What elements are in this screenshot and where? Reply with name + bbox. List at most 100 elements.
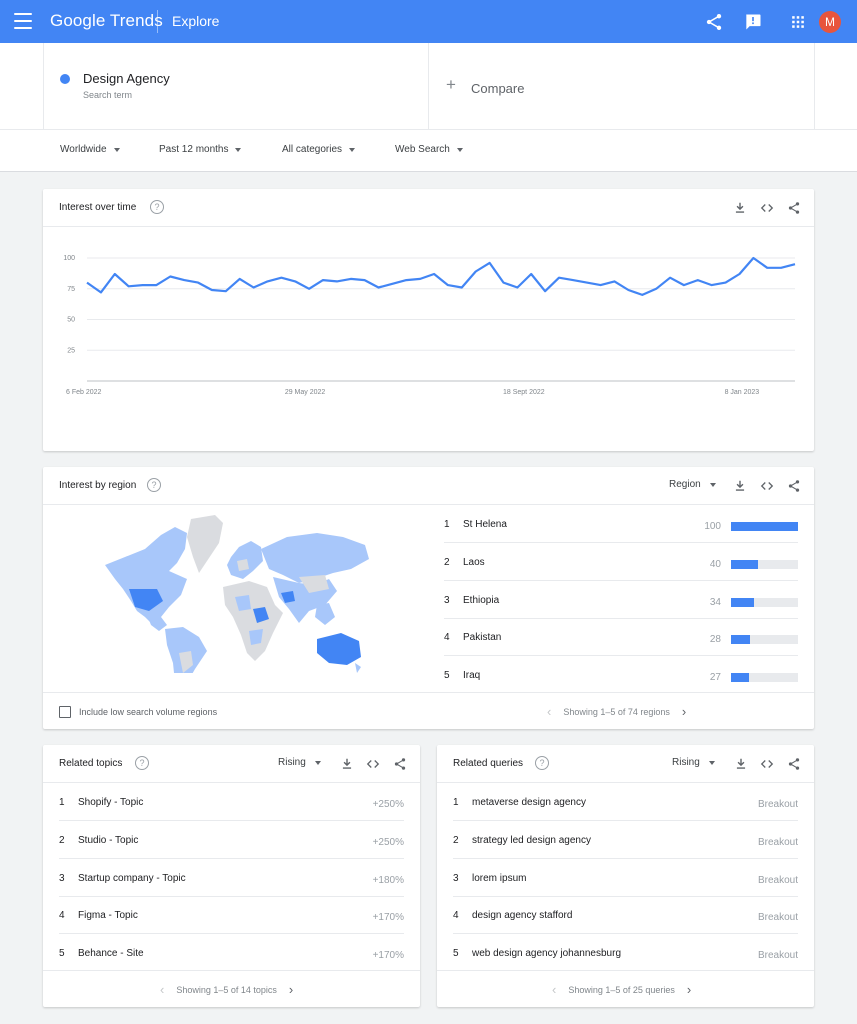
embed-icon[interactable]	[760, 479, 774, 493]
search-term-type: Search term	[83, 90, 133, 100]
value-bar	[731, 560, 798, 569]
topic-growth: +170%	[372, 950, 404, 961]
share-icon[interactable]	[787, 201, 801, 215]
rank-number: 3	[59, 873, 65, 884]
value-bar-fill	[731, 598, 754, 607]
chevron-down-icon	[113, 147, 120, 152]
query-text: design agency stafford	[472, 910, 573, 921]
share-icon[interactable]	[393, 757, 407, 771]
x-tick-label: 18 Sept 2022	[503, 389, 545, 396]
rank-number: 2	[444, 557, 450, 568]
region-value: 34	[709, 597, 721, 608]
card-header: Related queries ? Rising	[437, 745, 814, 783]
rank-number: 2	[453, 835, 459, 846]
menu-icon[interactable]	[14, 13, 32, 29]
chevron-right-icon[interactable]: ›	[682, 704, 686, 719]
dropdown-label: Rising	[672, 757, 700, 768]
page-title: Explore	[172, 13, 220, 29]
y-tick-label: 75	[67, 286, 75, 293]
list-item[interactable]: 1 St Helena 100	[444, 505, 798, 543]
region-resolution-dropdown[interactable]: Region	[669, 479, 716, 490]
value-bar-fill	[731, 673, 750, 682]
list-item[interactable]: 4 design agency stafford Breakout	[453, 896, 798, 934]
download-icon[interactable]	[733, 201, 747, 215]
embed-icon[interactable]	[366, 757, 380, 771]
interest-by-region-card: Interest by region ? Region 1 St Helena …	[43, 467, 814, 729]
value-bar	[731, 598, 798, 607]
dropdown-label: Region	[669, 479, 701, 490]
feedback-icon[interactable]	[743, 12, 763, 32]
chevron-down-icon	[349, 147, 356, 152]
help-icon[interactable]: ?	[150, 200, 164, 214]
x-tick-label: 29 May 2022	[285, 389, 326, 396]
share-icon[interactable]	[787, 757, 801, 771]
apps-icon[interactable]	[788, 12, 808, 32]
search-term-chip[interactable]: Design Agency Search term	[43, 43, 429, 129]
topic-growth: +180%	[372, 875, 404, 886]
query-growth: Breakout	[757, 837, 798, 848]
series-line[interactable]	[86, 256, 796, 297]
download-icon[interactable]	[733, 479, 747, 493]
list-item[interactable]: 5 web design agency johannesburg Breakou…	[453, 934, 798, 972]
help-icon[interactable]: ?	[535, 756, 549, 770]
chevron-right-icon[interactable]: ›	[289, 982, 293, 997]
value-bar	[731, 522, 798, 531]
y-tick-label: 25	[67, 347, 75, 354]
chevron-left-icon[interactable]: ‹	[547, 704, 551, 719]
world-map[interactable]	[103, 513, 373, 673]
embed-icon[interactable]	[760, 201, 774, 215]
low-volume-checkbox[interactable]	[59, 706, 71, 718]
list-item[interactable]: 1 metaverse design agency Breakout	[453, 783, 798, 821]
region-pager: ‹ Showing 1–5 of 74 regions ›	[547, 704, 686, 719]
related-topics-card: Related topics ? Rising 1 Shopify - Topi…	[43, 745, 420, 1007]
chevron-down-icon	[235, 147, 242, 152]
help-icon[interactable]: ?	[135, 756, 149, 770]
chevron-left-icon[interactable]: ‹	[160, 982, 164, 997]
list-item[interactable]: 5 Behance - Site +170%	[59, 934, 404, 972]
rank-number: 1	[453, 797, 459, 808]
list-item[interactable]: 3 Ethiopia 34	[444, 581, 798, 619]
list-item[interactable]: 1 Shopify - Topic +250%	[59, 783, 404, 821]
plus-icon: +	[446, 75, 456, 94]
rank-number: 4	[453, 910, 459, 921]
download-icon[interactable]	[734, 757, 748, 771]
x-tick-label: 8 Jan 2023	[725, 389, 760, 396]
list-item[interactable]: 2 strategy led design agency Breakout	[453, 821, 798, 859]
query-growth: Breakout	[757, 799, 798, 810]
chevron-left-icon[interactable]: ‹	[552, 982, 556, 997]
category-filter[interactable]: All categories	[282, 144, 356, 155]
topic-name: Shopify - Topic	[78, 797, 144, 808]
time-filter[interactable]: Past 12 months	[159, 144, 242, 155]
rank-number: 5	[444, 670, 450, 681]
google-trends-logo[interactable]: Google Trends	[50, 11, 163, 31]
list-item[interactable]: 3 lorem ipsum Breakout	[453, 859, 798, 897]
region-filter[interactable]: Worldwide	[60, 144, 120, 155]
region-name: St Helena	[463, 519, 507, 530]
rank-number: 4	[59, 910, 65, 921]
list-item[interactable]: 2 Studio - Topic +250%	[59, 821, 404, 859]
rising-dropdown[interactable]: Rising	[672, 757, 715, 768]
search-type-filter[interactable]: Web Search	[395, 144, 463, 155]
help-icon[interactable]: ?	[147, 478, 161, 492]
list-item[interactable]: 4 Pakistan 28	[444, 618, 798, 656]
download-icon[interactable]	[340, 757, 354, 771]
low-volume-checkbox-label: Include low search volume regions	[79, 707, 218, 717]
share-icon[interactable]	[787, 479, 801, 493]
list-item[interactable]: 4 Figma - Topic +170%	[59, 896, 404, 934]
list-item[interactable]: 2 Laos 40	[444, 543, 798, 581]
rising-dropdown[interactable]: Rising	[278, 757, 321, 768]
time-filter-label: Past 12 months	[159, 144, 229, 155]
topic-name: Behance - Site	[78, 948, 144, 959]
list-item[interactable]: 5 Iraq 27	[444, 656, 798, 694]
share-icon[interactable]	[704, 12, 724, 32]
filter-bar: Worldwide Past 12 months All categories …	[0, 129, 857, 172]
chevron-right-icon[interactable]: ›	[687, 982, 691, 997]
embed-icon[interactable]	[760, 757, 774, 771]
compare-button[interactable]: + Compare	[429, 43, 815, 129]
list-item[interactable]: 3 Startup company - Topic +180%	[59, 859, 404, 897]
avatar[interactable]: M	[819, 11, 841, 33]
chevron-down-icon	[709, 482, 716, 487]
topic-name: Studio - Topic	[78, 835, 139, 846]
dropdown-label: Rising	[278, 757, 306, 768]
value-bar	[731, 673, 798, 682]
